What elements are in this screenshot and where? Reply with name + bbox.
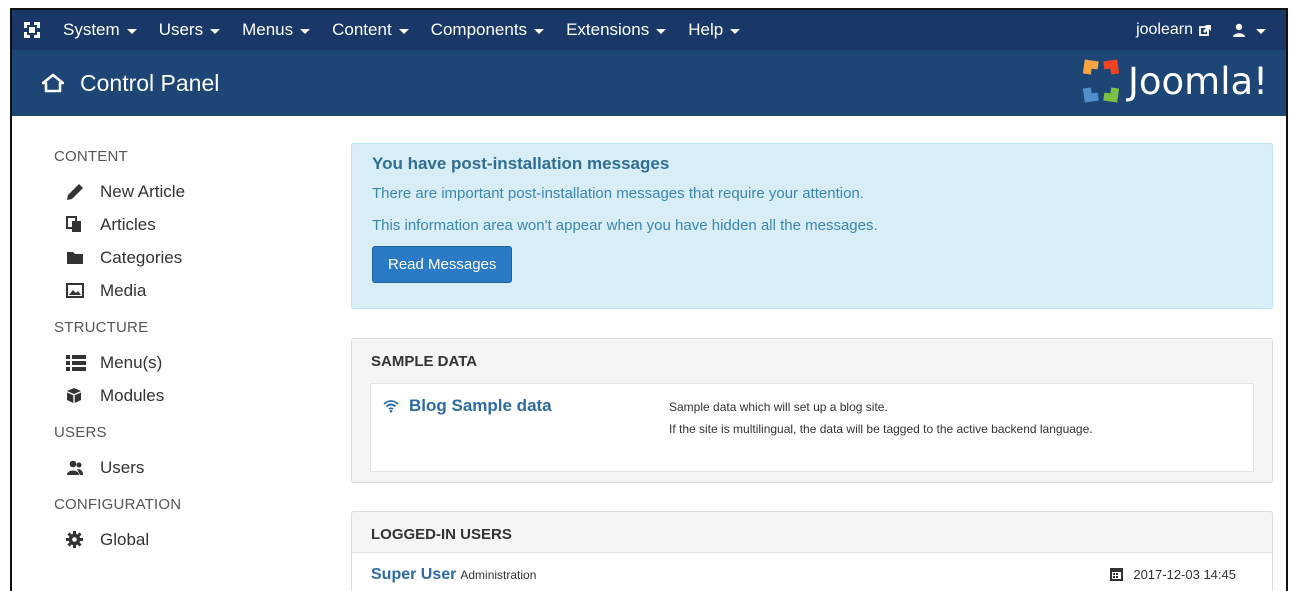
joomla-logo-icon [1078,58,1124,104]
joomla-menu-icon[interactable] [12,20,52,40]
site-link[interactable]: joolearn [1126,10,1222,50]
user-menu[interactable] [1222,10,1276,50]
menu-extensions[interactable]: Extensions [555,10,677,50]
page-title: Control Panel [42,70,219,97]
image-icon [56,283,86,298]
menu-help[interactable]: Help [677,10,751,50]
sidebar-group-structure: STRUCTURE Menu(s) Modules [54,319,332,412]
alert-heading: You have post-installation messages [372,154,670,173]
menu-content[interactable]: Content [321,10,420,50]
caret-down-icon [300,28,311,34]
caret-down-icon [398,28,409,34]
sidebar-item-articles[interactable]: Articles [54,208,332,241]
sidebar-item-global[interactable]: Global [54,523,332,556]
sidebar-heading: USERS [54,424,107,441]
sample-data-panel: SAMPLE DATA Blog Sample data Sample data… [351,338,1273,483]
caret-down-icon [730,28,741,34]
sample-data-description: Sample data which will set up a blog sit… [669,400,1093,436]
caret-down-icon [656,28,667,34]
sidebar-heading: STRUCTURE [54,319,149,336]
logged-in-users-panel: LOGGED-IN USERS Super User Administratio… [351,511,1273,591]
topbar-right: joolearn [1126,10,1276,50]
sidebar-item-menus[interactable]: Menu(s) [54,346,332,379]
menu-users[interactable]: Users [148,10,231,50]
table-row: Super User Administration 2017-12-03 14:… [352,552,1272,591]
menu-components[interactable]: Components [420,10,555,50]
sidebar-group-content: CONTENT New Article Articles Categories … [54,148,332,307]
users-icon [56,460,86,476]
caret-down-icon [534,28,545,34]
sidebar-group-users: USERS Users [54,424,332,484]
alert-text: There are important post-installation me… [372,185,864,202]
sidebar-item-new-article[interactable]: New Article [54,175,332,208]
user-name-link[interactable]: Super User [371,566,456,584]
top-navbar: System Users Menus Content Components Ex… [12,10,1286,50]
user-icon [1232,23,1246,37]
cube-icon [56,387,86,404]
copy-icon [56,216,86,233]
login-time: 2017-12-03 14:45 [1110,567,1236,582]
pencil-icon [56,183,86,201]
sidebar-heading: CONTENT [54,148,128,165]
panel-heading: LOGGED-IN USERS [371,526,512,543]
list-icon [56,354,86,371]
panel-heading: SAMPLE DATA [371,353,478,370]
user-entry: Super User Administration [371,566,536,584]
folder-icon [56,250,86,265]
joomla-logo: Joomla! [1078,58,1268,104]
title-bar: Control Panel Joomla! [12,50,1286,116]
cog-icon [56,531,86,548]
caret-down-icon [210,28,221,34]
caret-down-icon [1256,28,1266,34]
caret-down-icon [126,28,137,34]
sidebar: CONTENT New Article Articles Categories … [12,116,332,591]
wifi-icon [383,399,399,413]
sidebar-group-configuration: CONFIGURATION Global [54,496,332,556]
menu-menus[interactable]: Menus [231,10,321,50]
sidebar-item-media[interactable]: Media [54,274,332,307]
post-install-alert: You have post-installation messages Ther… [351,143,1273,309]
user-role: Administration [460,568,537,582]
sidebar-item-categories[interactable]: Categories [54,241,332,274]
sidebar-item-modules[interactable]: Modules [54,379,332,412]
external-link-icon [1199,24,1212,37]
sidebar-item-users[interactable]: Users [54,451,332,484]
menu-system[interactable]: System [52,10,148,50]
home-icon [42,73,64,93]
alert-text: This information area won't appear when … [372,217,878,234]
read-messages-button[interactable]: Read Messages [372,246,513,283]
blog-sample-data-link[interactable]: Blog Sample data [383,396,552,416]
sample-data-item: Blog Sample data Sample data which will … [370,383,1254,472]
app-frame: System Users Menus Content Components Ex… [10,8,1288,591]
main-menu: System Users Menus Content Components Ex… [52,10,751,50]
sidebar-heading: CONFIGURATION [54,496,182,513]
calendar-icon [1110,568,1124,581]
